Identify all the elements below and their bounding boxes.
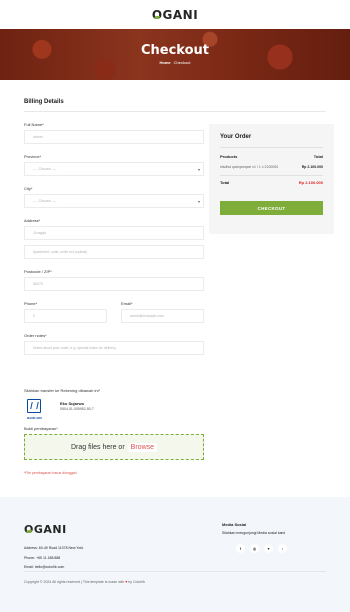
social-media-text: Silahkan mengunjungi Media sosial kami (222, 531, 286, 535)
footer-social-media: Media Sosial Silahkan mengunjungi Media … (222, 522, 287, 553)
top-bar: OGANI (0, 0, 350, 29)
city-select[interactable]: ---- Choose ---- ▾ (24, 194, 204, 208)
account-name: Eko Sujarwo (60, 401, 85, 406)
tiktok-icon[interactable]: ♪ (278, 544, 287, 553)
copyright: Copyright © 2024 All rights reserved | T… (24, 580, 145, 584)
province-select[interactable]: ---- Choose ---- ▾ (24, 162, 204, 176)
total-amount: Rp 2.100.000 (298, 180, 323, 185)
products-column-header: Products (220, 154, 238, 159)
billing-form: Full Name* admin Province* ---- Choose -… (24, 122, 204, 365)
dropzone-text: Drag files here or (70, 443, 125, 451)
payment-proof-section: Bukti pembayaran* Drag files here or Bro… (24, 426, 204, 460)
order-notes-label: Order notes* (24, 333, 47, 338)
billing-title: Billing Details (24, 99, 64, 105)
chevron-down-icon: ▾ (197, 199, 200, 204)
total-column-header: Total (313, 154, 323, 159)
browse-button[interactable]: Browse (127, 442, 158, 452)
breadcrumb-home[interactable]: Home (159, 60, 170, 65)
bank-transfer-title: Silahkan transfer ke Rekening dibawah in… (24, 388, 101, 393)
file-dropzone[interactable]: Drag files here or Browse (24, 434, 204, 460)
facebook-icon[interactable]: f (236, 544, 245, 553)
payment-proof-label: Bukti pembayaran* (24, 426, 58, 431)
breadcrumb-current: Checkout (173, 60, 191, 65)
order-header: Products Total (220, 154, 323, 159)
social-links: f ◎ ♥ ♪ (236, 544, 287, 553)
colorlib-link[interactable]: by Colorlib (128, 580, 145, 584)
total-label: Total (220, 180, 230, 185)
bank-bri-logo: BANK BRI (27, 399, 42, 420)
footer: OGANI Address: 60-49 Road 11378 New York… (0, 497, 350, 612)
page-title: Checkout (140, 43, 209, 58)
social-media-title: Media Sosial (222, 522, 247, 527)
province-label: Province* (24, 154, 42, 159)
footer-divider (24, 571, 326, 572)
footer-logo[interactable]: OGANI (24, 523, 67, 536)
footer-phone: Phone: +65 11.188.888 (24, 555, 61, 560)
order-summary: Your Order Products Total sfsdfsd qweqwe… (209, 124, 334, 234)
bank-transfer-section: Silahkan transfer ke Rekening dibawah in… (24, 388, 101, 420)
email-input[interactable]: admin@example.com (121, 309, 204, 323)
order-notes-input[interactable]: Notes about your order, e.g. special not… (24, 341, 204, 355)
address-label: Address* (24, 218, 41, 223)
divider (24, 111, 326, 112)
city-label: City* (24, 186, 33, 191)
full-name-input[interactable]: admin (24, 130, 204, 144)
footer-address: Address: 60-49 Road 11378 New York (24, 546, 84, 550)
full-name-label: Full Name* (24, 122, 44, 127)
apartment-input[interactable]: Apartment, suite, unite ect (optinal) (24, 245, 204, 259)
checkout-button[interactable]: CHECKOUT (220, 201, 323, 215)
upload-error-message: *File pembayaran harus diunggah. (24, 471, 78, 475)
street-address-input[interactable]: Jl.nagak (24, 226, 204, 240)
twitter-icon[interactable]: ♥ (264, 544, 273, 553)
breadcrumb: Home Checkout (159, 60, 190, 65)
chevron-down-icon: ▾ (197, 167, 200, 172)
bank-account-card: BANK BRI Eko Sujarwo 0504-01-005952-50-7 (27, 399, 100, 420)
account-number: 0504-01-005952-50-7 (60, 407, 94, 411)
order-title: Your Order (220, 134, 323, 148)
order-item-price: Rp 2.100.000 (301, 165, 323, 169)
site-logo[interactable]: OGANI (152, 8, 198, 22)
email-label: Email* (121, 301, 133, 306)
order-total: Total Rp 2.100.000 (220, 180, 323, 185)
postcode-label: Postcode / ZIP* (24, 269, 52, 274)
footer-contact-info: Address: 60-49 Road 11378 New York Phone… (24, 544, 83, 573)
phone-label: Phone* (24, 301, 38, 306)
postcode-input[interactable]: 56470 (24, 277, 204, 291)
instagram-icon[interactable]: ◎ (250, 544, 259, 553)
order-item: sfsdfsd qweqweqwe x1 / 1 x 2100000 Rp 2.… (220, 165, 323, 176)
phone-input[interactable]: 0 (24, 309, 107, 323)
order-item-name: sfsdfsd qweqweqwe x1 / 1 x 2100000 (220, 165, 279, 169)
hero-banner: Checkout Home Checkout (0, 29, 350, 80)
